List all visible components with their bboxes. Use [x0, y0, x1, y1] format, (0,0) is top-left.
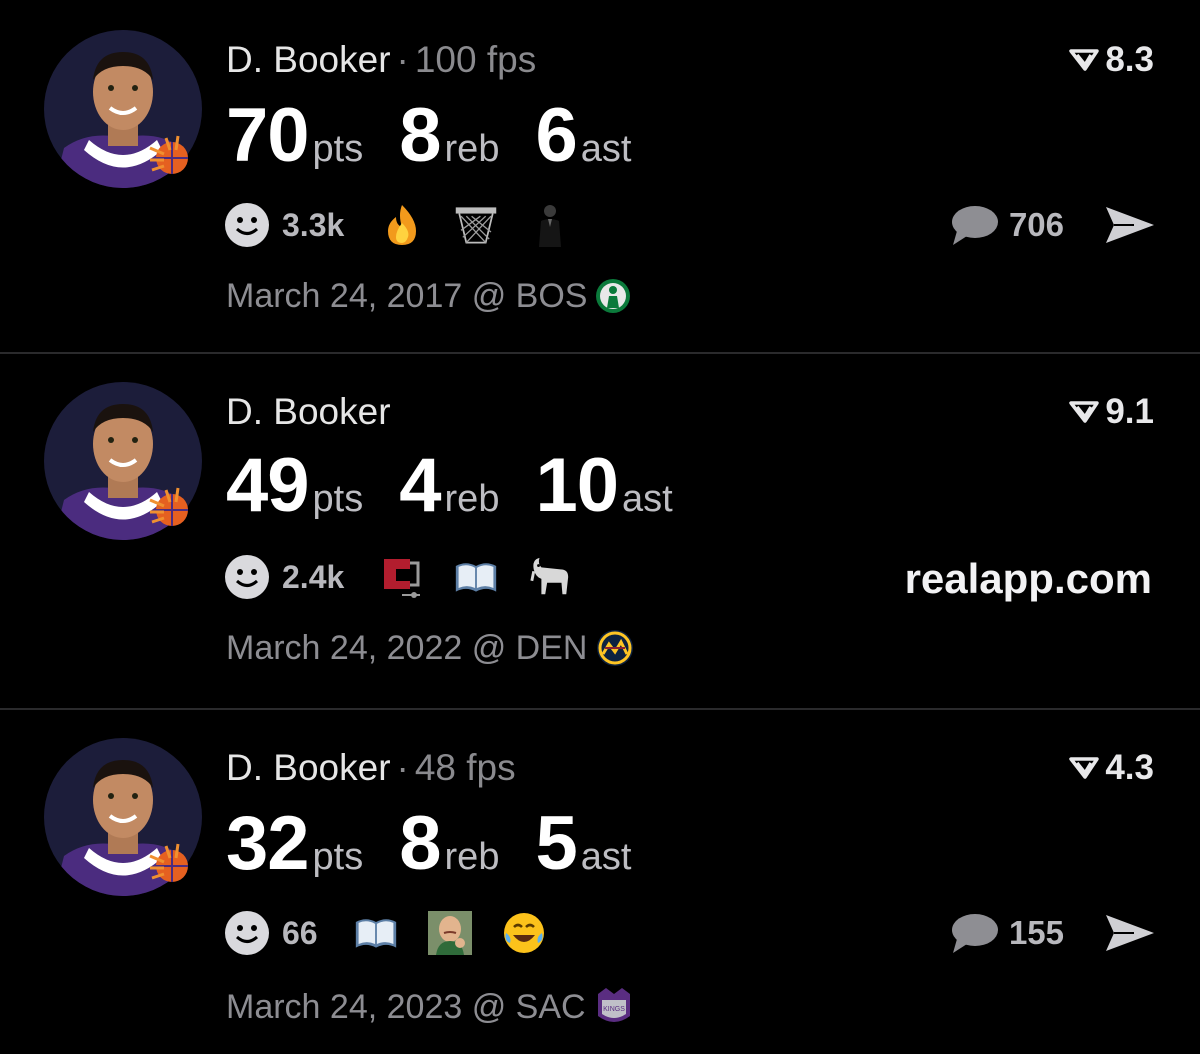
- real-logo-icon: [1069, 401, 1100, 423]
- game-date: March 24, 2022 @ DEN: [226, 629, 588, 667]
- assists-value: 6: [535, 93, 577, 178]
- game-date-line: March 24, 2023 @ SAC KINGS: [226, 986, 634, 1028]
- smile-reaction-icon[interactable]: [224, 910, 270, 956]
- open-book-icon[interactable]: [454, 555, 498, 599]
- rating-value: 9.1: [1105, 392, 1154, 431]
- fantasy-points: 100 fps: [414, 39, 537, 80]
- rebounds-label: reb: [444, 128, 500, 170]
- separator-dot: ·: [396, 747, 409, 788]
- stat-line: 49 pts 4 reb 10 ast: [226, 446, 709, 526]
- site-watermark[interactable]: realapp.com: [905, 554, 1152, 604]
- assists-value: 5: [535, 801, 577, 886]
- rebounds-value: 8: [399, 93, 441, 178]
- player-avatar[interactable]: [44, 30, 202, 188]
- laughing-tears-icon[interactable]: [502, 911, 546, 955]
- real-logo-icon: [1069, 49, 1100, 71]
- game-date-line: March 24, 2017 @ BOS: [226, 276, 631, 316]
- rating-value: 8.3: [1105, 40, 1154, 79]
- fantasy-points: 48 fps: [414, 747, 516, 788]
- player-avatar[interactable]: [44, 382, 202, 540]
- comment-icon[interactable]: [949, 203, 999, 247]
- comment-icon[interactable]: [949, 911, 999, 955]
- open-book-icon[interactable]: [354, 911, 398, 955]
- stat-card-3[interactable]: D. Booker · 48 fps 4.3 32 pts 8 reb 5 ast 66 …: [0, 710, 1200, 1054]
- card-actions: 706: [949, 200, 1156, 250]
- rating: 9.1: [1069, 390, 1154, 434]
- comment-count[interactable]: 706: [1009, 206, 1064, 244]
- share-send-icon[interactable]: [1104, 911, 1156, 955]
- player-name-line: D. Booker: [226, 390, 391, 434]
- points-label: pts: [312, 836, 364, 878]
- stat-card-2[interactable]: D. Booker 9.1 49 pts 4 reb 10 ast 2.4k real…: [0, 354, 1200, 708]
- player-name[interactable]: D. Booker: [226, 39, 391, 80]
- real-logo-icon: [1069, 757, 1100, 779]
- assists-label: ast: [622, 478, 673, 520]
- smile-reaction-icon[interactable]: [224, 554, 270, 600]
- rating-value: 4.3: [1105, 748, 1154, 787]
- comment-count[interactable]: 155: [1009, 914, 1064, 952]
- reaction-count: 66: [282, 914, 318, 951]
- rating: 8.3: [1069, 38, 1154, 82]
- person-in-suit-icon[interactable]: [528, 203, 572, 247]
- reaction-count: 2.4k: [282, 558, 345, 595]
- success-kid-icon[interactable]: [427, 911, 472, 955]
- separator-dot: ·: [396, 39, 409, 80]
- game-date: March 24, 2023 @ SAC: [226, 988, 586, 1026]
- basketball-hoop-icon[interactable]: [454, 203, 498, 247]
- goat-icon[interactable]: [528, 555, 572, 599]
- reactions-bar: 3.3k: [224, 200, 602, 250]
- rebounds-label: reb: [444, 836, 500, 878]
- points-label: pts: [312, 478, 364, 520]
- smile-reaction-icon[interactable]: [224, 202, 270, 248]
- assists-value: 10: [535, 443, 619, 528]
- stat-line: 32 pts 8 reb 5 ast: [226, 804, 667, 884]
- player-name-line: D. Booker · 100 fps: [226, 38, 536, 82]
- fire-emoji-icon[interactable]: [380, 203, 424, 247]
- rebounds-value: 8: [399, 801, 441, 886]
- rating: 4.3: [1069, 746, 1154, 790]
- reaction-count: 3.3k: [282, 206, 345, 243]
- kings-logo-icon: KINGS: [597, 988, 630, 1022]
- player-name[interactable]: D. Booker: [226, 747, 391, 788]
- game-date-line: March 24, 2022 @ DEN: [226, 628, 635, 668]
- points-value: 49: [226, 443, 310, 528]
- assists-label: ast: [580, 836, 632, 878]
- celtics-logo-icon: [596, 279, 631, 313]
- player-avatar[interactable]: [44, 738, 202, 896]
- stat-card-1[interactable]: D. Booker · 100 fps 8.3 70 pts 8 reb 6 ast 3.…: [0, 0, 1200, 352]
- card-actions: 155: [949, 908, 1156, 958]
- rebounds-value: 4: [399, 443, 441, 528]
- reactions-bar: 66: [224, 908, 576, 958]
- assists-label: ast: [580, 128, 632, 170]
- points-value: 70: [226, 93, 310, 178]
- points-value: 32: [226, 801, 310, 886]
- points-label: pts: [312, 128, 364, 170]
- stat-line: 70 pts 8 reb 6 ast: [226, 96, 667, 176]
- player-name-line: D. Booker · 48 fps: [226, 746, 516, 790]
- clamp-icon[interactable]: [380, 555, 424, 599]
- game-date: March 24, 2017 @ BOS: [226, 277, 588, 315]
- nuggets-logo-icon: [597, 630, 634, 666]
- reactions-bar: 2.4k: [224, 552, 602, 602]
- svg-text:KINGS: KINGS: [603, 1006, 625, 1013]
- share-send-icon[interactable]: [1104, 203, 1156, 247]
- rebounds-label: reb: [444, 478, 500, 520]
- player-name[interactable]: D. Booker: [226, 391, 391, 432]
